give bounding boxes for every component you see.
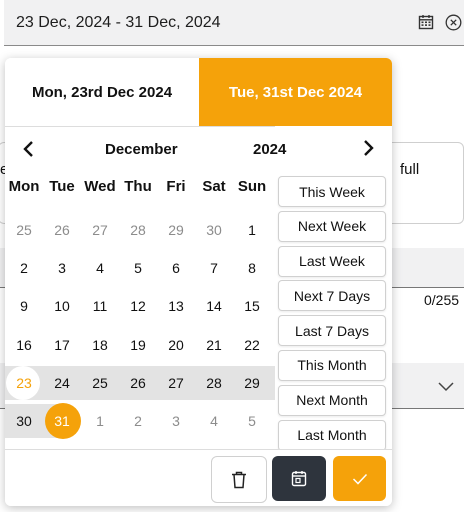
calendar-day[interactable]: 8 [233, 249, 271, 287]
today-button[interactable] [272, 456, 326, 501]
date-range-picker: Mon, 23rd Dec 2024 Tue, 31st Dec 2024 De… [5, 58, 392, 506]
calendar-day[interactable]: 18 [81, 326, 119, 364]
calendar-day[interactable]: 24 [43, 364, 81, 402]
calendar-day[interactable]: 28 [195, 364, 233, 402]
calendar-day[interactable]: 4 [81, 249, 119, 287]
calendar-day[interactable]: 9 [5, 287, 43, 325]
clear-button[interactable] [211, 456, 267, 503]
calendar-day[interactable]: 20 [157, 326, 195, 364]
calendar-week: 30 31 1 2 3 4 5 [5, 402, 275, 440]
calendar-day[interactable]: 2 [5, 249, 43, 287]
preset-next-month[interactable]: Next Month [278, 384, 386, 416]
calendar-day[interactable]: 15 [233, 287, 271, 325]
preset-last-month[interactable]: Last Month [278, 419, 386, 451]
calendar-day[interactable]: 2 [119, 402, 157, 440]
trash-icon [232, 471, 246, 488]
calendar-grid: 25 26 27 28 29 30 1 2 3 4 5 6 7 8 9 10 1… [5, 211, 275, 440]
calendar-day[interactable]: 7 [195, 249, 233, 287]
calendar-day[interactable]: 10 [43, 287, 81, 325]
calendar-day[interactable]: 21 [195, 326, 233, 364]
calendar-day[interactable]: 16 [5, 326, 43, 364]
calendar-day[interactable]: 25 [81, 364, 119, 402]
calendar-day[interactable]: 1 [81, 402, 119, 440]
calendar-day[interactable]: 1 [233, 211, 271, 249]
calendar-week-selected: 23 24 25 26 27 28 29 [5, 364, 275, 402]
calendar-day[interactable]: 3 [157, 402, 195, 440]
calendar-day[interactable]: 14 [195, 287, 233, 325]
year-label[interactable]: 2024 [253, 141, 286, 158]
calendar-day[interactable]: 29 [157, 211, 195, 249]
preset-this-week[interactable]: This Week [278, 176, 386, 207]
calendar-day[interactable]: 12 [119, 287, 157, 325]
calendar-week: 9 10 11 12 13 14 15 [5, 287, 275, 325]
preset-next-7-days[interactable]: Next 7 Days [278, 280, 386, 312]
check-icon [352, 473, 367, 485]
month-label[interactable]: December [105, 141, 178, 158]
date-range-input[interactable]: 23 Dec, 2024 - 31 Dec, 2024 [4, 0, 464, 46]
calendar-navigation: December 2024 [5, 126, 286, 173]
calendar-day[interactable]: 29 [233, 364, 271, 402]
calendar-week: 2 3 4 5 6 7 8 [5, 249, 275, 287]
calendar-day[interactable]: 30 [5, 402, 43, 440]
calendar-day[interactable]: 22 [233, 326, 271, 364]
calendar-day[interactable]: 11 [81, 287, 119, 325]
character-counter: 0/255 [424, 292, 460, 308]
clear-circle-icon[interactable] [445, 14, 462, 31]
date-range-value[interactable]: 23 Dec, 2024 - 31 Dec, 2024 [16, 14, 221, 32]
calendar-day[interactable]: 6 [157, 249, 195, 287]
weekday-label: Sun [237, 178, 267, 195]
calendar-day[interactable]: 27 [81, 211, 119, 249]
weekday-header: Mon Tue Wed Thu Fri Sat Sun [5, 178, 275, 202]
weekday-label: Tue [49, 178, 75, 195]
weekday-label: Mon [8, 178, 40, 195]
calendar-day[interactable]: 5 [119, 249, 157, 287]
chevron-left-icon[interactable] [21, 140, 35, 158]
weekday-label: Sat [202, 178, 226, 195]
calendar-day[interactable]: 25 [5, 211, 43, 249]
preset-list: This Week Next Week Last Week Next 7 Day… [278, 176, 388, 454]
calendar-day[interactable]: 27 [157, 364, 195, 402]
background-text-fragment-right: full [400, 161, 420, 178]
preset-this-month[interactable]: This Month [278, 349, 386, 381]
calendar-day[interactable]: 17 [43, 326, 81, 364]
calendar-day[interactable]: 3 [43, 249, 81, 287]
calendar-week: 16 17 18 19 20 21 22 [5, 326, 275, 364]
preset-last-week[interactable]: Last Week [278, 245, 386, 277]
calendar-day[interactable]: 26 [43, 211, 81, 249]
calendar-day[interactable]: 26 [119, 364, 157, 402]
apply-button[interactable] [333, 456, 386, 501]
weekday-label: Thu [124, 178, 152, 195]
preset-last-7-days[interactable]: Last 7 Days [278, 315, 386, 347]
calendar-today-icon [291, 471, 307, 487]
chevron-down-icon[interactable] [437, 377, 455, 395]
calendar-day[interactable]: 13 [157, 287, 195, 325]
calendar-week: 25 26 27 28 29 30 1 [5, 211, 275, 249]
calendar-day[interactable]: 30 [195, 211, 233, 249]
calendar-day[interactable]: 28 [119, 211, 157, 249]
calendar-day[interactable]: 4 [195, 402, 233, 440]
calendar-day[interactable]: 5 [233, 402, 271, 440]
chevron-right-icon[interactable] [362, 139, 376, 157]
range-start-tab[interactable]: Mon, 23rd Dec 2024 [5, 58, 199, 126]
calendar-day[interactable]: 19 [119, 326, 157, 364]
preset-next-week[interactable]: Next Week [278, 210, 386, 242]
picker-footer [5, 449, 392, 506]
calendar-day-range-start[interactable]: 23 [5, 364, 43, 402]
weekday-label: Wed [84, 178, 116, 195]
calendar-icon[interactable] [418, 14, 434, 30]
weekday-label: Fri [166, 178, 186, 195]
range-end-tab[interactable]: Tue, 31st Dec 2024 [199, 58, 392, 126]
calendar-day-range-end[interactable]: 31 [43, 402, 81, 440]
